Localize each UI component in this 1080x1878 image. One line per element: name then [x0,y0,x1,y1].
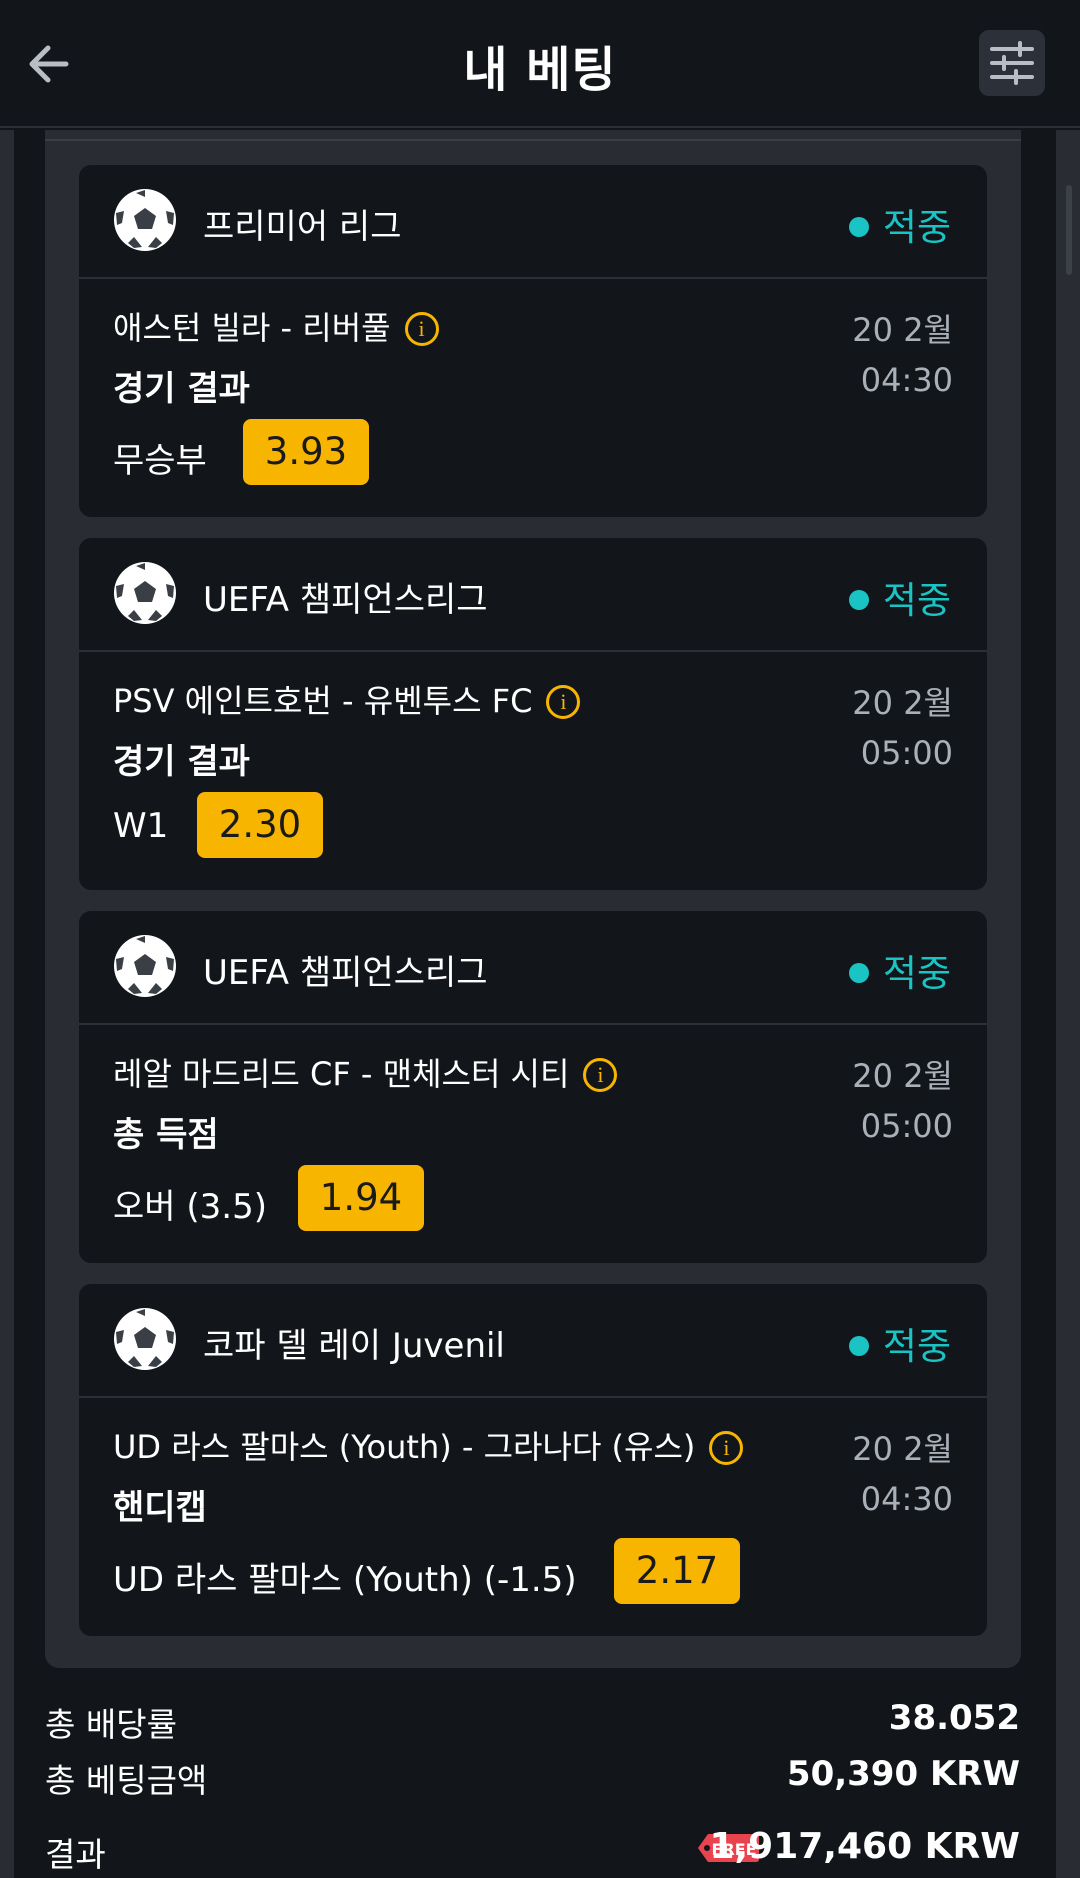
result-label: 결과 [45,1835,106,1874]
bet-card[interactable]: 프리미어 리그 적중 애스턴 빌라 - 리버풀 i 20 2월 04:30 경기 … [79,165,987,517]
scrollbar-thumb[interactable] [1066,185,1072,275]
selection-name: 오버 (3.5) [113,1187,267,1227]
bet-card[interactable]: 코파 델 레이 Juvenil 적중 UD 라스 팔마스 (Youth) - 그… [79,1284,987,1636]
league-name: UEFA 챔피언스리그 [203,953,488,993]
match-time: 04:30 [860,1480,953,1518]
soccer-ball-icon [114,1308,176,1370]
bet-card-header: UEFA 챔피언스리그 적중 [79,538,987,652]
status-text: 적중 [882,952,951,995]
market-name: 핸디캡 [113,1488,207,1528]
selection-name: W1 [113,806,169,846]
match-date: 20 2월 [852,1057,953,1095]
status-badge: 적중 [848,197,951,251]
bet-card-header: 코파 델 레이 Juvenil 적중 [79,1284,987,1398]
match-title: 애스턴 빌라 - 리버풀 i [113,303,439,349]
status-badge: 적중 [848,943,951,997]
bet-slip-panel: 프리미어 리그 적중 애스턴 빌라 - 리버풀 i 20 2월 04:30 경기 … [45,130,1021,1668]
match-name: 레알 마드리드 CF - 맨체스터 시티 [113,1055,570,1093]
match-time: 04:30 [860,361,953,399]
odds-badge: 2.17 [614,1538,740,1604]
app-header: 내 베팅 [0,0,1080,128]
status-text: 적중 [882,579,951,622]
soccer-ball-icon [114,562,176,624]
status-badge: 적중 [848,570,951,624]
match-title: 레알 마드리드 CF - 맨체스터 시티 i [113,1049,618,1095]
status-dot-icon [848,590,869,610]
match-time: 05:00 [860,1107,953,1145]
total-odds-value: 38.052 [888,1698,1020,1738]
market-name: 총 득점 [113,1115,219,1155]
match-name: 애스턴 빌라 - 리버풀 [113,309,391,347]
status-dot-icon [848,1336,869,1356]
bet-card-header: 프리미어 리그 적중 [79,165,987,279]
market-name: 경기 결과 [113,369,250,409]
result-value: 1,917,460 KRW [709,1826,1020,1867]
match-date: 20 2월 [852,311,953,349]
side-gutter-left [0,130,14,1878]
league-name: 코파 델 레이 Juvenil [203,1326,505,1366]
selection-name: 무승부 [113,441,207,481]
soccer-ball-icon [114,189,176,251]
info-icon[interactable]: i [583,1058,618,1092]
filter-sliders-icon[interactable] [979,30,1045,96]
total-stake-label: 총 베팅금액 [45,1761,208,1800]
match-title: UD 라스 팔마스 (Youth) - 그라나다 (유스) i [113,1422,744,1468]
odds-badge: 1.94 [298,1165,424,1231]
selection-name: UD 라스 팔마스 (Youth) (-1.5) [113,1560,577,1600]
match-date: 20 2월 [852,1430,953,1468]
page-title: 내 베팅 [463,42,617,98]
bet-card[interactable]: UEFA 챔피언스리그 적중 레알 마드리드 CF - 맨체스터 시티 i 20 … [79,911,987,1263]
total-odds-label: 총 배당률 [45,1705,177,1744]
info-icon[interactable]: i [546,685,581,719]
side-gutter-right [1056,130,1080,1878]
bet-card-header: UEFA 챔피언스리그 적중 [79,911,987,1025]
odds-badge: 2.30 [197,792,323,858]
panel-divider [45,139,1021,141]
status-dot-icon [848,217,869,237]
status-badge: 적중 [848,1316,951,1370]
market-name: 경기 결과 [113,742,250,782]
status-text: 적중 [882,206,951,249]
match-date: 20 2월 [852,684,953,722]
league-name: 프리미어 리그 [203,207,402,247]
status-text: 적중 [882,1325,951,1368]
status-dot-icon [848,963,869,983]
match-name: PSV 에인트호번 - 유벤투스 FC [113,682,533,720]
odds-badge: 3.93 [243,419,369,485]
info-icon[interactable]: i [709,1431,744,1465]
soccer-ball-icon [114,935,176,997]
match-time: 05:00 [860,734,953,772]
league-name: UEFA 챔피언스리그 [203,580,488,620]
match-title: PSV 에인트호번 - 유벤투스 FC i [113,676,581,722]
info-icon[interactable]: i [404,312,439,346]
match-name: UD 라스 팔마스 (Youth) - 그라나다 (유스) [113,1428,696,1466]
total-stake-value: 50,390 KRW [786,1754,1020,1794]
bet-card[interactable]: UEFA 챔피언스리그 적중 PSV 에인트호번 - 유벤투스 FC i 20 2… [79,538,987,890]
